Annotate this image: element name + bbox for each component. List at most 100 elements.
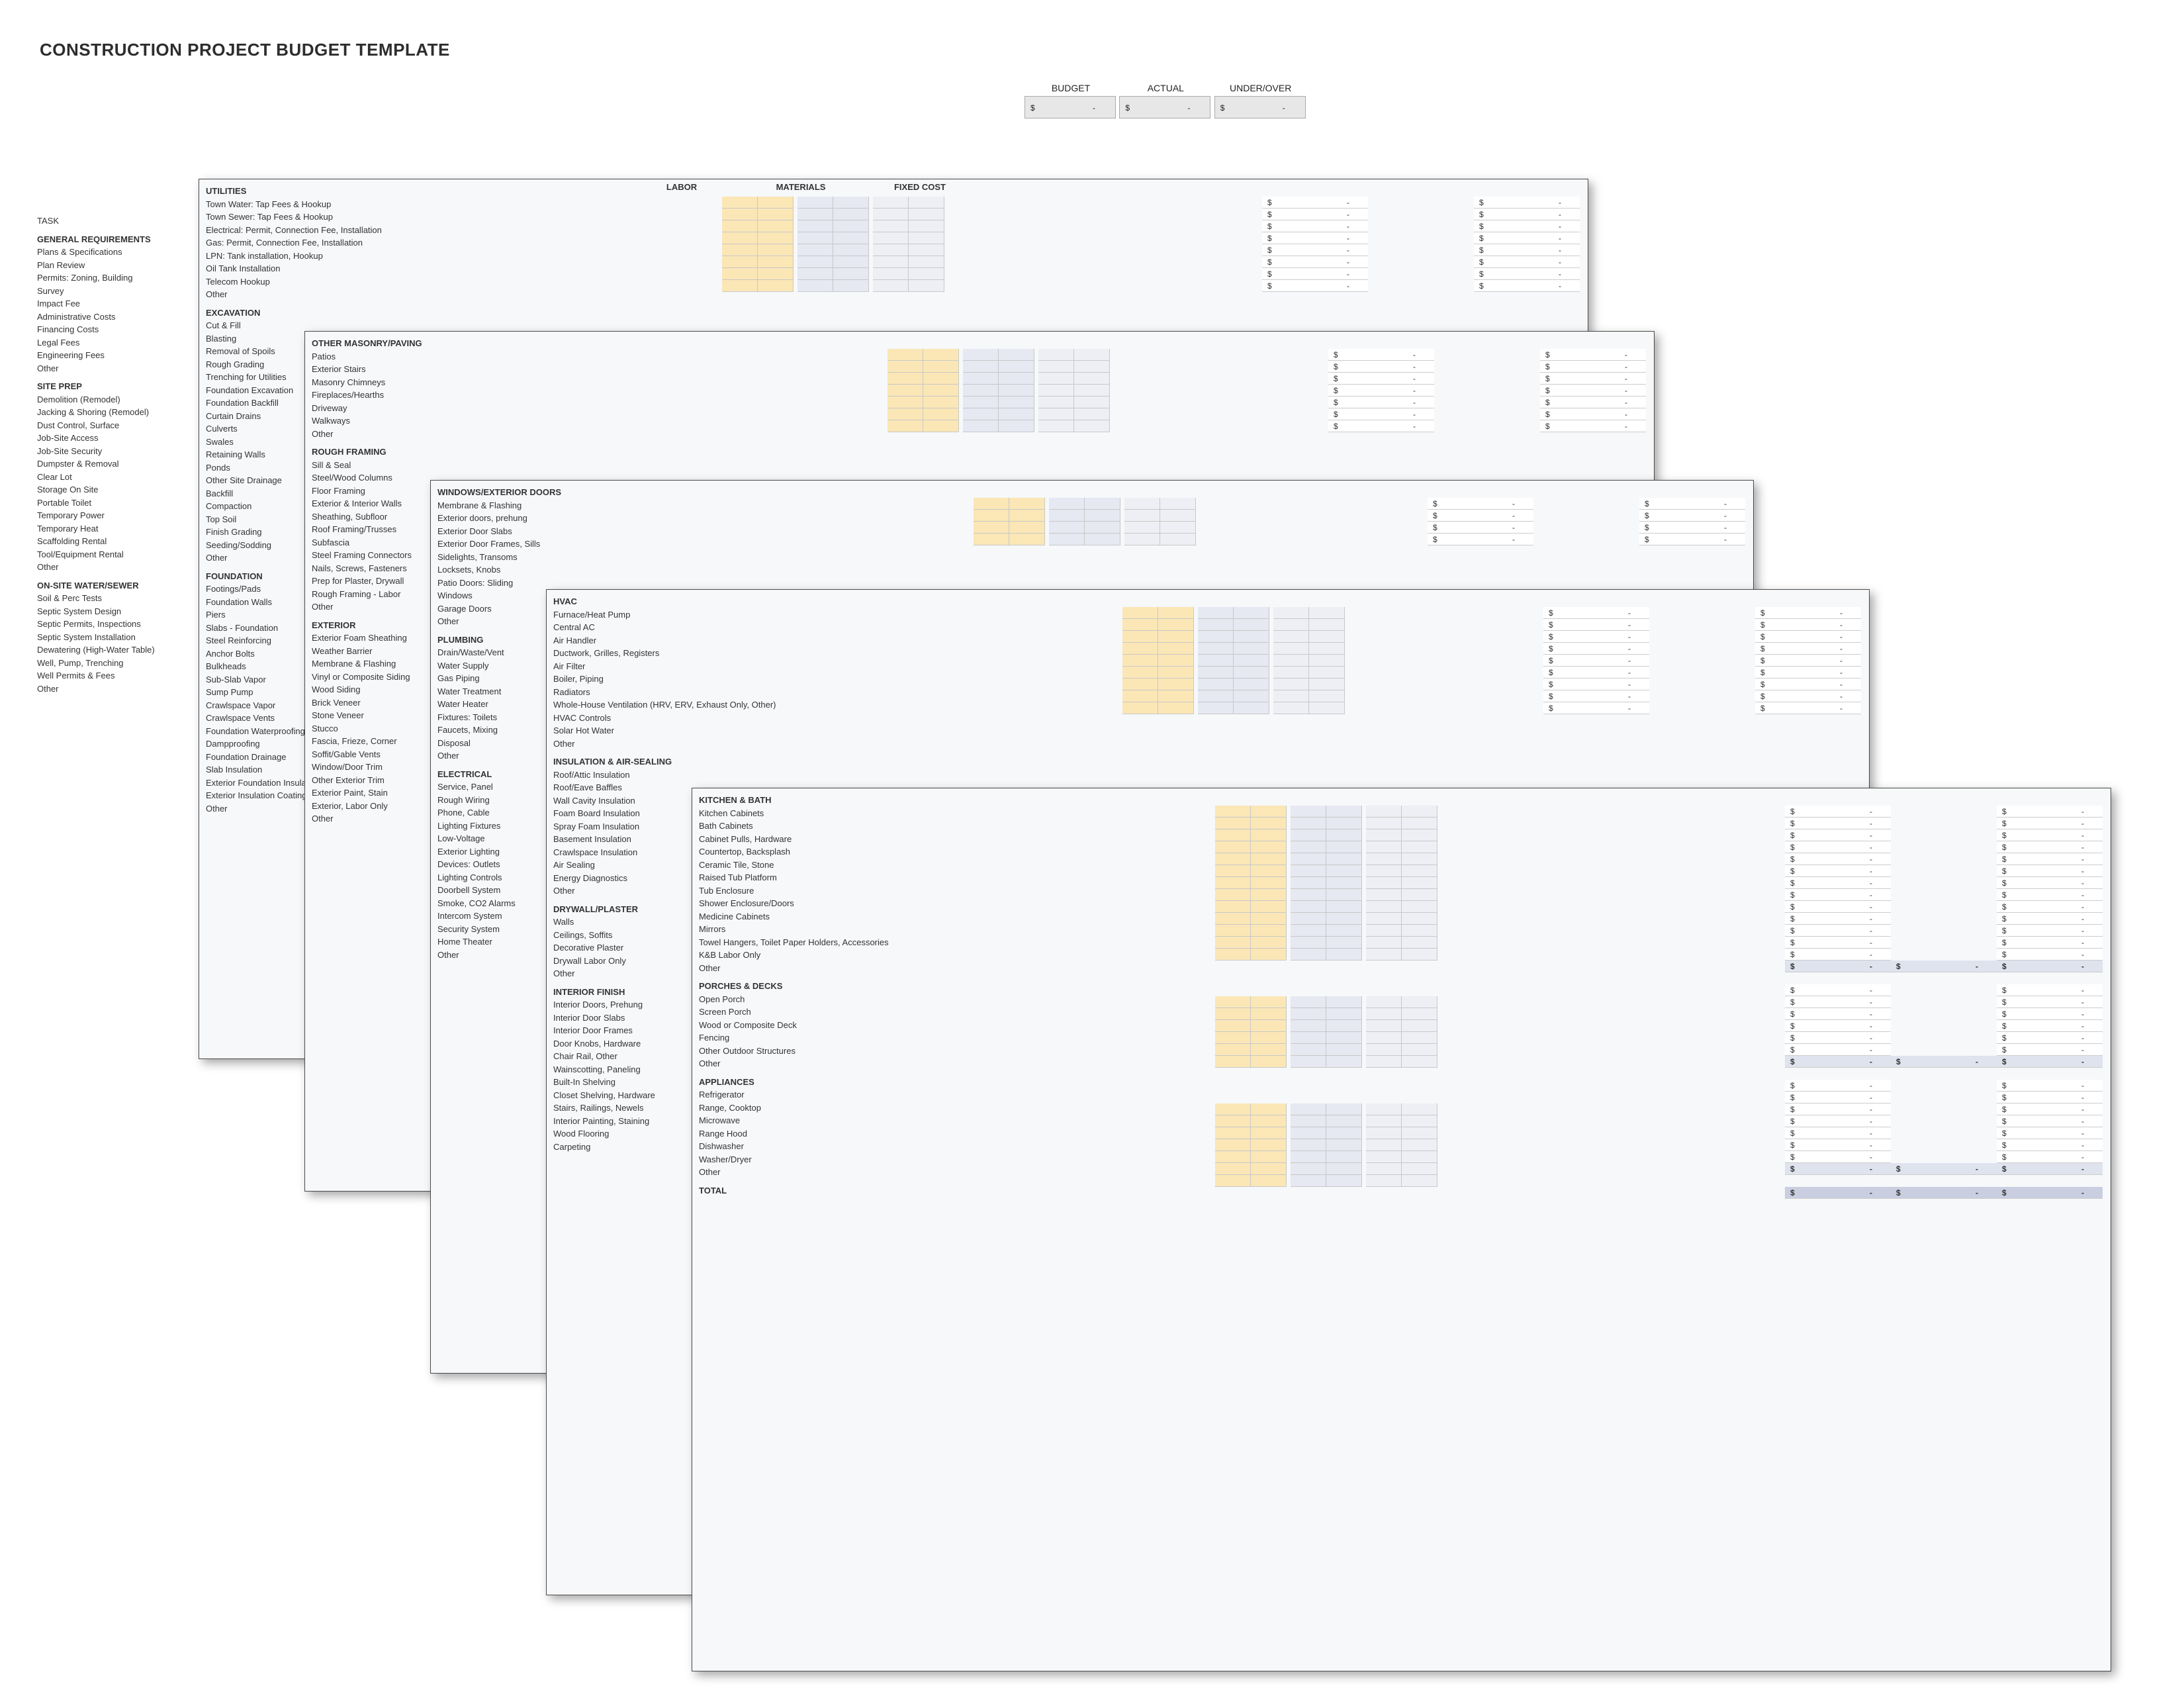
input-row[interactable]: [1215, 806, 1437, 818]
input-row[interactable]: [974, 510, 1196, 522]
underover-cell[interactable]: $-: [1755, 690, 1861, 702]
budget-cell[interactable]: $-: [1785, 1139, 1891, 1151]
input-row[interactable]: [887, 397, 1110, 408]
input-row[interactable]: [1122, 619, 1345, 631]
input-row[interactable]: [1215, 877, 1437, 889]
underover-cell[interactable]: $-: [1474, 232, 1580, 244]
budget-cell[interactable]: $-: [1785, 1115, 1891, 1127]
budget-cell[interactable]: $-: [1785, 806, 1891, 818]
input-row[interactable]: [1215, 1032, 1437, 1044]
input-row[interactable]: [887, 349, 1110, 361]
input-row[interactable]: [1215, 865, 1437, 877]
input-row[interactable]: [722, 197, 944, 209]
input-row[interactable]: [722, 244, 944, 256]
input-row[interactable]: [722, 268, 944, 280]
underover-cell[interactable]: $-: [1997, 901, 2103, 913]
budget-cell[interactable]: $-: [1785, 877, 1891, 889]
underover-cell[interactable]: $-: [1540, 349, 1646, 361]
underover-cell[interactable]: $-: [1997, 1044, 2103, 1056]
budget-cell[interactable]: $-: [1328, 408, 1434, 420]
input-row[interactable]: [1215, 829, 1437, 841]
underover-cell[interactable]: $-: [1755, 631, 1861, 643]
budget-cell[interactable]: $-: [1785, 1151, 1891, 1163]
underover-cell[interactable]: $-: [1997, 841, 2103, 853]
budget-cell[interactable]: $-: [1262, 244, 1368, 256]
budget-cell[interactable]: $-: [1262, 232, 1368, 244]
underover-cell[interactable]: $-: [1474, 197, 1580, 209]
underover-cell[interactable]: $-: [1997, 1008, 2103, 1020]
underover-cell[interactable]: $-: [1540, 408, 1646, 420]
underover-cell[interactable]: $-: [1997, 829, 2103, 841]
budget-cell[interactable]: $-: [1785, 853, 1891, 865]
budget-cell[interactable]: $-: [1785, 984, 1891, 996]
budget-cell[interactable]: $-: [1785, 901, 1891, 913]
underover-cell[interactable]: $-: [1997, 806, 2103, 818]
budget-cell[interactable]: $-: [1328, 385, 1434, 397]
budget-cell[interactable]: $-: [1785, 949, 1891, 961]
underover-cell[interactable]: $-: [1755, 667, 1861, 679]
input-row[interactable]: [887, 408, 1110, 420]
budget-cell[interactable]: $-: [1328, 373, 1434, 385]
underover-cell[interactable]: $-: [1997, 1103, 2103, 1115]
underover-cell[interactable]: $-: [1997, 877, 2103, 889]
underover-cell[interactable]: $-: [1997, 1032, 2103, 1044]
underover-cell[interactable]: $-: [1474, 209, 1580, 220]
input-row[interactable]: [1122, 679, 1345, 690]
underover-cell[interactable]: $-: [1997, 925, 2103, 937]
budget-cell[interactable]: $-: [1785, 937, 1891, 949]
input-row[interactable]: [1215, 841, 1437, 853]
underover-cell[interactable]: $-: [1997, 984, 2103, 996]
summary-under-value[interactable]: $-: [1214, 96, 1306, 118]
budget-cell[interactable]: $-: [1328, 361, 1434, 373]
input-row[interactable]: [1215, 925, 1437, 937]
budget-cell[interactable]: $-: [1785, 829, 1891, 841]
input-row[interactable]: [1215, 1008, 1437, 1020]
input-row[interactable]: [887, 420, 1110, 432]
underover-cell[interactable]: $-: [1997, 1151, 2103, 1163]
underover-cell[interactable]: $-: [1540, 361, 1646, 373]
budget-cell[interactable]: $-: [1785, 1032, 1891, 1044]
underover-cell[interactable]: $-: [1997, 865, 2103, 877]
input-row[interactable]: [1215, 1056, 1437, 1068]
underover-cell[interactable]: $-: [1540, 397, 1646, 408]
budget-cell[interactable]: $-: [1785, 1103, 1891, 1115]
underover-cell[interactable]: $-: [1997, 996, 2103, 1008]
budget-cell[interactable]: $-: [1785, 925, 1891, 937]
input-row[interactable]: [1215, 913, 1437, 925]
underover-cell[interactable]: $-: [1997, 1115, 2103, 1127]
underover-cell[interactable]: $-: [1997, 1092, 2103, 1103]
underover-cell[interactable]: $-: [1755, 619, 1861, 631]
budget-cell[interactable]: $-: [1543, 690, 1649, 702]
underover-cell[interactable]: $-: [1639, 522, 1745, 534]
budget-cell[interactable]: $-: [1543, 643, 1649, 655]
budget-cell[interactable]: $-: [1785, 1044, 1891, 1056]
budget-cell[interactable]: $-: [1785, 889, 1891, 901]
input-row[interactable]: [1122, 702, 1345, 714]
budget-cell[interactable]: $-: [1262, 268, 1368, 280]
underover-cell[interactable]: $-: [1997, 949, 2103, 961]
underover-cell[interactable]: $-: [1997, 853, 2103, 865]
input-row[interactable]: [722, 220, 944, 232]
input-row[interactable]: [722, 256, 944, 268]
budget-cell[interactable]: $-: [1785, 1080, 1891, 1092]
input-row[interactable]: [1122, 690, 1345, 702]
input-row[interactable]: [1122, 667, 1345, 679]
input-row[interactable]: [1215, 1044, 1437, 1056]
input-row[interactable]: [1215, 1103, 1437, 1115]
underover-cell[interactable]: $-: [1997, 1139, 2103, 1151]
input-row[interactable]: [1215, 1115, 1437, 1127]
underover-cell[interactable]: $-: [1639, 510, 1745, 522]
input-row[interactable]: [1215, 1139, 1437, 1151]
budget-cell[interactable]: $-: [1428, 510, 1533, 522]
budget-cell[interactable]: $-: [1428, 522, 1533, 534]
input-row[interactable]: [1215, 996, 1437, 1008]
input-row[interactable]: [1215, 889, 1437, 901]
budget-cell[interactable]: $-: [1262, 209, 1368, 220]
budget-cell[interactable]: $-: [1328, 397, 1434, 408]
underover-cell[interactable]: $-: [1997, 1020, 2103, 1032]
input-row[interactable]: [1215, 818, 1437, 829]
input-row[interactable]: [887, 361, 1110, 373]
underover-cell[interactable]: $-: [1997, 1127, 2103, 1139]
input-row[interactable]: [1215, 853, 1437, 865]
budget-cell[interactable]: $-: [1543, 702, 1649, 714]
